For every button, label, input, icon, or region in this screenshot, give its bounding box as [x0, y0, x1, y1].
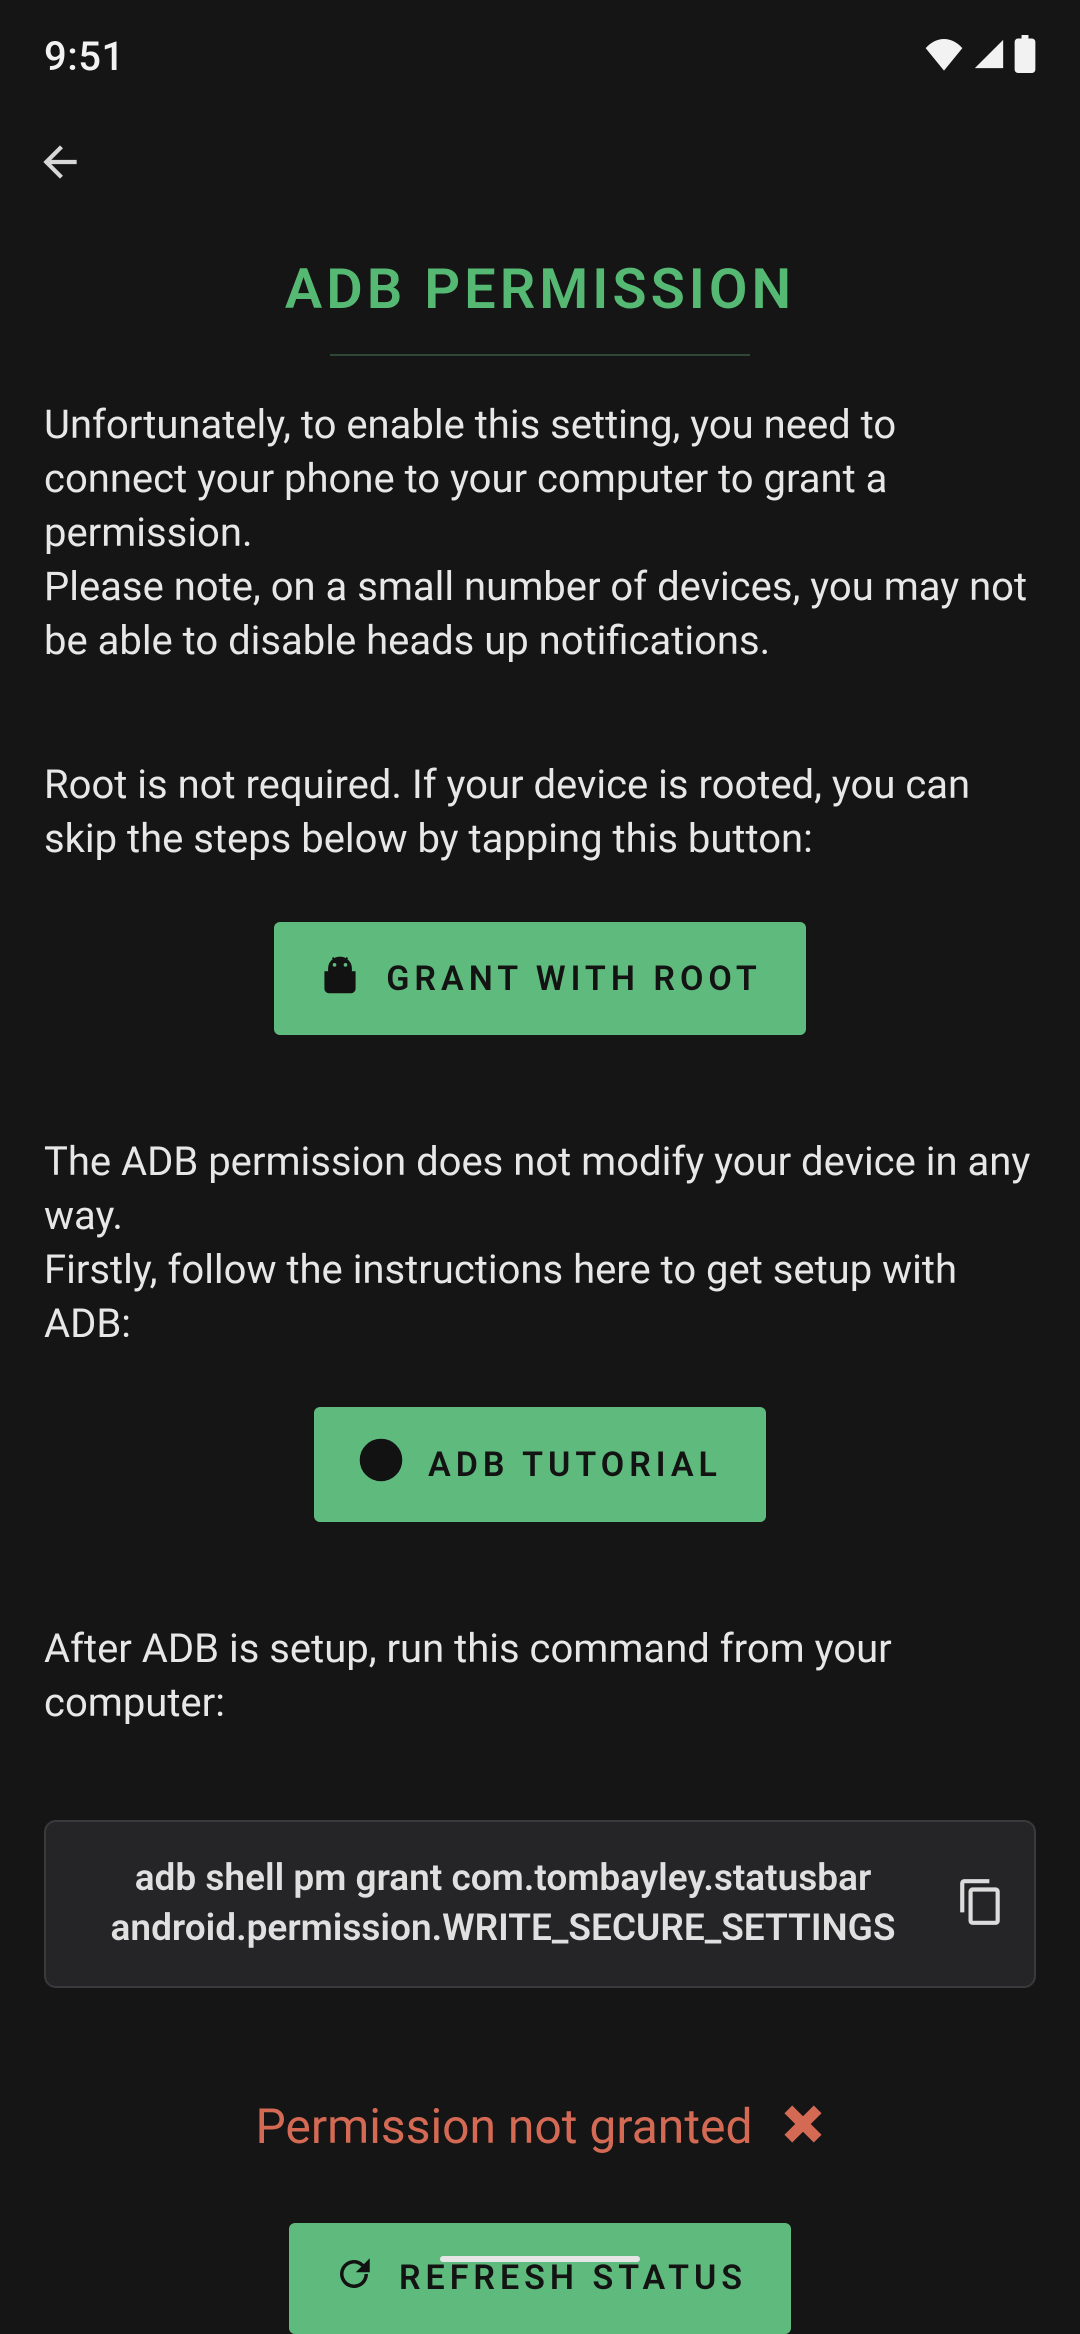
wifi-icon [924, 37, 964, 75]
permission-status-text: Permission not granted [255, 2098, 752, 2155]
adb-tutorial-label: ADB TUTORIAL [428, 1445, 722, 1485]
adb-command-text: adb shell pm grant com.tombayley.statusb… [74, 1854, 932, 1954]
content: ADB PERMISSION Unfortunately, to enable … [0, 208, 1080, 2334]
after-adb-paragraph: After ADB is setup, run this command fro… [44, 1622, 1036, 1730]
copy-command-button[interactable] [956, 1877, 1006, 1931]
info-icon [358, 1437, 404, 1492]
permission-status-row: Permission not granted [44, 2098, 1036, 2155]
refresh-status-button[interactable]: REFRESH STATUS [289, 2223, 791, 2334]
adb-paragraph-1: The ADB permission does not modify your … [44, 1135, 1036, 1243]
adb-command-box: adb shell pm grant com.tombayley.statusb… [44, 1820, 1036, 1988]
app-bar [0, 88, 1080, 208]
arrow-left-icon [35, 137, 85, 191]
intro-paragraph-2: Please note, on a small number of device… [44, 560, 1036, 668]
signal-icon [972, 37, 1006, 75]
adb-tutorial-button[interactable]: ADB TUTORIAL [314, 1407, 766, 1522]
grant-with-root-label: GRANT WITH ROOT [386, 959, 762, 999]
android-icon [318, 952, 362, 1005]
status-bar: 9:51 [0, 0, 1080, 88]
root-paragraph: Root is not required. If your device is … [44, 758, 1036, 866]
refresh-icon [333, 2253, 375, 2304]
battery-icon [1014, 35, 1036, 77]
copy-icon [956, 1912, 1006, 1931]
nav-indicator [440, 2256, 640, 2262]
adb-paragraph-2: Firstly, follow the instructions here to… [44, 1243, 1036, 1351]
back-button[interactable] [28, 132, 92, 196]
title-divider [330, 354, 750, 356]
close-icon [781, 2102, 825, 2150]
status-icons [924, 35, 1036, 77]
intro-paragraph-1: Unfortunately, to enable this setting, y… [44, 398, 1036, 560]
page-title: ADB PERMISSION [44, 256, 1036, 322]
status-time: 9:51 [44, 33, 125, 80]
refresh-status-label: REFRESH STATUS [399, 2258, 747, 2298]
grant-with-root-button[interactable]: GRANT WITH ROOT [274, 922, 806, 1035]
